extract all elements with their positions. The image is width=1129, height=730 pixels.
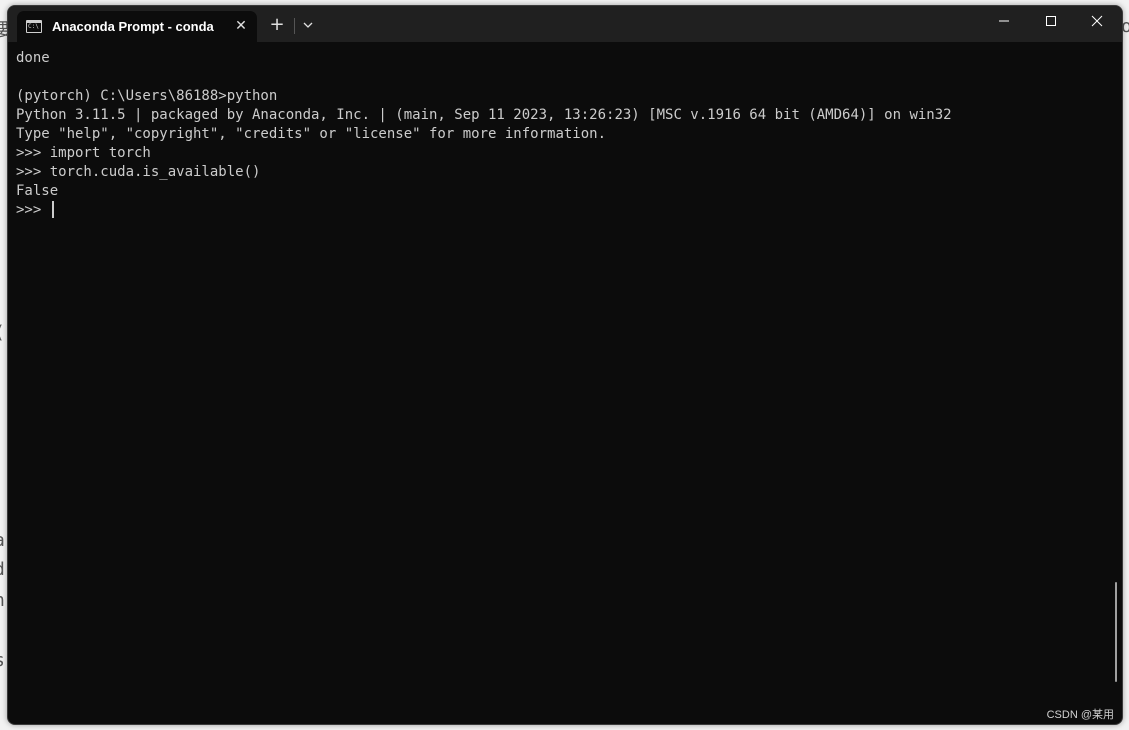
maximize-button[interactable] bbox=[1028, 6, 1074, 36]
tab-separator bbox=[294, 18, 295, 34]
terminal-line: Python 3.11.5 | packaged by Anaconda, In… bbox=[16, 107, 952, 123]
title-bar[interactable]: C:\ Anaconda Prompt - conda in ✕ + bbox=[8, 6, 1122, 42]
background-text-fragment: s bbox=[0, 650, 5, 671]
scrollbar-thumb[interactable] bbox=[1115, 582, 1117, 682]
terminal-prompt-line[interactable]: >>> bbox=[16, 201, 1096, 220]
chevron-down-icon bbox=[303, 22, 313, 28]
background-text-fragment: n bbox=[0, 590, 5, 611]
tab-title: Anaconda Prompt - conda in bbox=[52, 19, 217, 34]
maximize-icon bbox=[1046, 16, 1056, 26]
terminal-output[interactable]: done (pytorch) C:\Users\86188>python Pyt… bbox=[16, 49, 1096, 220]
minimize-button[interactable] bbox=[981, 6, 1027, 36]
close-icon bbox=[1091, 15, 1103, 27]
terminal-line: >>> import torch bbox=[16, 145, 151, 161]
text-cursor bbox=[51, 201, 54, 218]
terminal-line: False bbox=[16, 183, 59, 199]
tab-anaconda-prompt[interactable]: C:\ Anaconda Prompt - conda in ✕ bbox=[17, 11, 257, 42]
background-text-fragment: ( bbox=[0, 322, 5, 343]
watermark: CSDN @某用 bbox=[1046, 709, 1114, 721]
terminal-line: Type "help", "copyright", "credits" or "… bbox=[16, 126, 607, 142]
terminal-line: (pytorch) C:\Users\86188>python bbox=[16, 88, 278, 104]
terminal-line: >>> torch.cuda.is_available() bbox=[16, 164, 261, 180]
background-text-fragment: d bbox=[0, 559, 5, 580]
console-icon: C:\ bbox=[26, 20, 42, 33]
terminal-line: done bbox=[16, 50, 50, 66]
background-text-fragment: a bbox=[0, 530, 5, 551]
terminal-prompt: >>> bbox=[16, 202, 50, 218]
tab-close-button[interactable]: ✕ bbox=[233, 18, 249, 34]
terminal-window: C:\ Anaconda Prompt - conda in ✕ + done … bbox=[7, 5, 1123, 725]
close-window-button[interactable] bbox=[1074, 6, 1120, 36]
tab-dropdown-button[interactable] bbox=[298, 15, 318, 35]
new-tab-button[interactable]: + bbox=[266, 15, 288, 35]
minimize-icon bbox=[999, 20, 1009, 22]
